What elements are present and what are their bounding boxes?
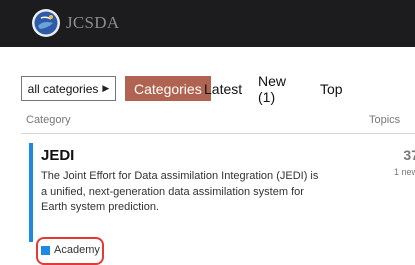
caret-right-icon: ▶ xyxy=(102,83,110,93)
tab-new[interactable]: New (1) xyxy=(258,73,286,105)
dropdown-label: all categories xyxy=(27,81,99,96)
subcategory-color-square xyxy=(41,245,50,255)
subcategory-label: Academy xyxy=(54,244,100,256)
tab-categories[interactable]: Categories xyxy=(125,76,211,101)
jcsda-logo-icon[interactable] xyxy=(31,8,61,38)
tab-latest[interactable]: Latest xyxy=(204,76,242,101)
category-row: JEDI The Joint Effort for Data assimilat… xyxy=(21,143,415,242)
category-title[interactable]: JEDI xyxy=(41,147,74,164)
site-header: JCSDA xyxy=(0,0,415,47)
new-topics-count[interactable]: 1 new xyxy=(394,167,415,177)
subcategory-academy[interactable]: Academy xyxy=(41,244,100,256)
category-description: The Joint Effort for Data assimilation I… xyxy=(41,170,319,213)
column-topics: Topics xyxy=(369,114,401,126)
all-categories-dropdown[interactable]: all categories ▶ xyxy=(21,76,116,101)
site-name[interactable]: JCSDA xyxy=(66,13,119,33)
category-color-bar xyxy=(29,143,33,242)
tab-top[interactable]: Top xyxy=(320,76,343,101)
topics-count: 37 xyxy=(403,147,415,163)
divider xyxy=(21,133,415,134)
column-category: Category xyxy=(26,114,71,126)
